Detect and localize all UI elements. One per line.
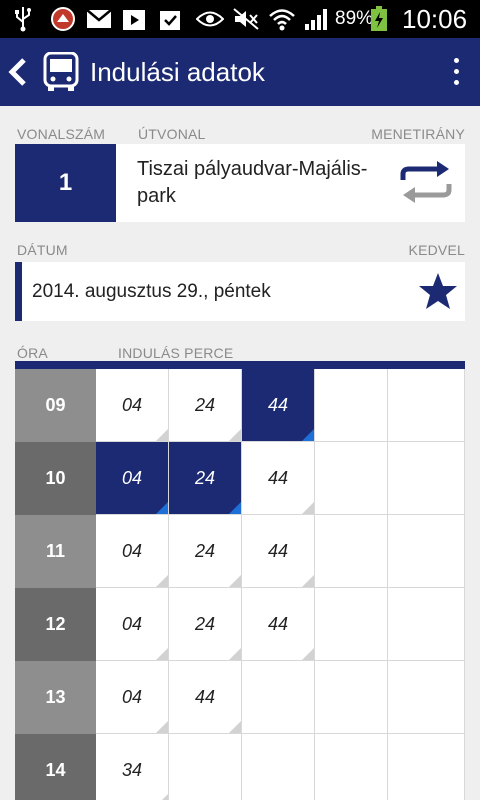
swap-direction-icon[interactable]	[399, 160, 453, 209]
hour-cell: 13	[15, 661, 96, 734]
departure-minute-cell[interactable]: 24	[169, 515, 242, 588]
cell-corner-marker	[302, 502, 314, 514]
empty-cell	[315, 515, 388, 588]
action-bar: Indulási adatok	[0, 38, 480, 106]
cell-corner-marker	[156, 575, 168, 587]
cell-corner-marker	[302, 648, 314, 660]
empty-cell	[315, 661, 388, 734]
departure-minute-cell[interactable]: 24	[169, 442, 242, 515]
timetable-row: 12 04 24 44	[15, 588, 465, 661]
signal-icon	[304, 6, 330, 32]
departure-minute-cell[interactable]: 04	[96, 442, 169, 515]
cell-corner-marker	[156, 502, 168, 514]
departure-minute-cell[interactable]: 44	[242, 515, 315, 588]
hour-cell: 11	[15, 515, 96, 588]
overflow-menu-icon[interactable]	[446, 56, 466, 88]
hour-cell: 09	[15, 369, 96, 442]
wifi-icon	[268, 6, 296, 32]
empty-cell	[315, 442, 388, 515]
gmail-icon	[86, 6, 112, 32]
departure-minute-cell[interactable]: 44	[242, 442, 315, 515]
hour-label: ÓRA	[17, 345, 48, 361]
route-card: 1 Tiszai pályaudvar-Majális-park	[15, 144, 465, 222]
bus-icon	[42, 51, 80, 97]
empty-cell	[315, 734, 388, 800]
star-icon[interactable]	[418, 272, 458, 315]
cell-corner-marker	[229, 429, 241, 441]
hour-cell: 10	[15, 442, 96, 515]
battery-icon	[370, 6, 388, 32]
eye-icon	[196, 6, 224, 32]
timetable-row: 14 34	[15, 734, 465, 800]
empty-cell	[388, 369, 465, 442]
date-card[interactable]: 2014. augusztus 29., péntek	[15, 262, 465, 321]
favorite-label: KEDVEL	[408, 242, 465, 258]
cell-corner-marker	[156, 648, 168, 660]
clock: 10:06	[402, 4, 468, 34]
route-number: 1	[15, 144, 116, 222]
page-title: Indulási adatok	[90, 57, 265, 87]
status-bar: 89% 10:06	[0, 0, 480, 38]
battery-percent: 89%	[335, 8, 374, 29]
departure-minute-cell[interactable]: 44	[169, 661, 242, 734]
departure-minute-cell[interactable]: 24	[169, 588, 242, 661]
direction-label: MENETIRÁNY	[371, 126, 465, 142]
timetable-row: 11 04 24 44	[15, 515, 465, 588]
departure-minute-cell[interactable]: 44	[242, 588, 315, 661]
cell-corner-marker	[229, 721, 241, 733]
hour-cell: 14	[15, 734, 96, 800]
back-chevron-icon[interactable]	[8, 58, 28, 91]
empty-cell	[388, 734, 465, 800]
departure-minute-cell[interactable]: 04	[96, 515, 169, 588]
departure-minute-cell[interactable]: 44	[242, 369, 315, 442]
empty-cell	[315, 588, 388, 661]
empty-cell	[388, 661, 465, 734]
route-name: Tiszai pályaudvar-Majális-park	[137, 158, 368, 207]
departure-minute-cell[interactable]: 04	[96, 588, 169, 661]
line-number-label: VONALSZÁM	[17, 126, 106, 142]
play-store-icon	[122, 6, 146, 32]
empty-cell	[388, 588, 465, 661]
date-label: DÁTUM	[17, 242, 68, 258]
departure-minute-cell[interactable]: 04	[96, 369, 169, 442]
cell-corner-marker	[229, 502, 241, 514]
cell-corner-marker	[229, 575, 241, 587]
cell-corner-marker	[156, 794, 168, 800]
usb-icon	[14, 6, 32, 32]
timetable-row: 10 04 24 44	[15, 442, 465, 515]
empty-cell	[388, 442, 465, 515]
departure-minute-label: INDULÁS PERCE	[118, 345, 234, 361]
task-icon	[158, 6, 182, 32]
empty-cell	[242, 661, 315, 734]
empty-cell	[388, 515, 465, 588]
cell-corner-marker	[302, 429, 314, 441]
cell-corner-marker	[229, 648, 241, 660]
departure-minute-cell[interactable]: 34	[96, 734, 169, 800]
cell-corner-marker	[156, 429, 168, 441]
timetable-top-rule	[15, 361, 465, 369]
empty-cell	[242, 734, 315, 800]
app-notification-icon	[50, 6, 76, 32]
timetable-row: 13 04 44	[15, 661, 465, 734]
empty-cell	[169, 734, 242, 800]
cell-corner-marker	[302, 575, 314, 587]
departure-minute-cell[interactable]: 04	[96, 661, 169, 734]
route-label: ÚTVONAL	[138, 126, 206, 142]
cell-corner-marker	[156, 721, 168, 733]
mute-icon	[232, 6, 260, 32]
timetable-row: 09 04 24 44	[15, 369, 465, 442]
departure-minute-cell[interactable]: 24	[169, 369, 242, 442]
empty-cell	[315, 369, 388, 442]
date-value[interactable]: 2014. augusztus 29., péntek	[32, 262, 271, 321]
hour-cell: 12	[15, 588, 96, 661]
